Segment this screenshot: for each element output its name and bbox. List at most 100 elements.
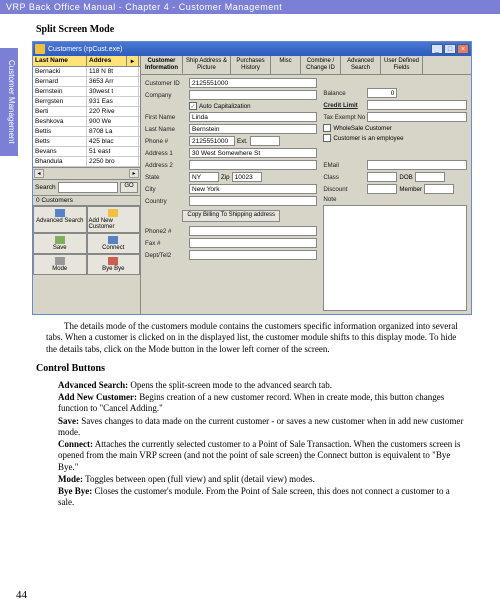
advanced-search-button[interactable]: Advanced Search — [33, 206, 87, 233]
tab-adv-search[interactable]: Advanced Search — [341, 56, 381, 74]
scroll-left-icon[interactable]: ◂ — [34, 169, 44, 178]
window-titlebar: Customers (rpCust.exe) _ □ × — [33, 42, 471, 56]
credit-limit-label: Credit Limit — [323, 102, 365, 109]
list-scrollbar[interactable]: ◂ ▸ — [33, 168, 140, 180]
phone2-field[interactable] — [189, 226, 317, 236]
search-input[interactable] — [58, 182, 118, 193]
discount-label: Discount — [323, 186, 365, 193]
window-title: Customers (rpCust.exe) — [48, 46, 431, 53]
country-label: Country — [145, 198, 187, 205]
exit-icon — [108, 257, 118, 265]
tab-misc[interactable]: Misc — [271, 56, 301, 74]
tax-exempt-label: Tax Exempt No — [323, 114, 365, 121]
employee-label: Customer is an employee — [333, 135, 403, 142]
tab-combine[interactable]: Combine / Change ID — [301, 56, 341, 74]
customer-list-pane: Last Name Addres ▸ Bernacki118 N 8t Bern… — [33, 56, 141, 314]
mode-button[interactable]: Mode — [33, 254, 87, 275]
ext-label: Ext. — [237, 138, 248, 145]
search-label: Search — [35, 184, 56, 191]
side-tab-customer-mgmt: Customer Management — [0, 48, 18, 156]
list-item: Bettis8708 La — [33, 127, 140, 137]
customers-window: Customers (rpCust.exe) _ □ × Last Name A… — [32, 41, 472, 315]
employee-checkbox[interactable] — [323, 134, 331, 142]
connect-button[interactable]: Connect — [87, 233, 141, 254]
address2-field[interactable] — [189, 160, 317, 170]
wholesale-checkbox[interactable] — [323, 124, 331, 132]
save-button[interactable]: Save — [33, 233, 87, 254]
state-label: State — [145, 174, 187, 181]
tab-customer-info[interactable]: Customer Information — [141, 56, 183, 74]
col-address[interactable]: Addres — [87, 56, 127, 66]
zip-field[interactable]: 10023 — [232, 172, 262, 182]
customer-list[interactable]: Bernacki118 N 8t Bernard3653 Arr Bernste… — [33, 67, 140, 168]
balance-field[interactable]: 0 — [367, 88, 397, 98]
lastname-field[interactable]: Bernstein — [189, 124, 317, 134]
zip-label: Zip — [221, 174, 230, 181]
section-split-screen: Split Screen Mode — [36, 24, 476, 35]
copy-billing-button[interactable]: Copy Billing To Shipping address — [182, 210, 280, 222]
tab-user-fields[interactable]: User Defined Fields — [381, 56, 423, 74]
list-header: Last Name Addres ▸ — [33, 56, 140, 67]
balance-label: Balance — [323, 90, 365, 97]
section-control-buttons: Control Buttons — [36, 363, 476, 374]
class-field[interactable] — [367, 172, 397, 182]
dob-label: DOB — [399, 174, 412, 181]
customer-id-field[interactable]: 2125551000 — [189, 78, 317, 88]
col-lastname[interactable]: Last Name — [33, 56, 87, 66]
company-field[interactable] — [189, 90, 317, 100]
customer-id-label: Customer ID — [145, 80, 187, 87]
minimize-button[interactable]: _ — [431, 44, 443, 54]
autocap-checkbox[interactable]: ✓ — [189, 102, 197, 110]
list-item: Bevans51 east — [33, 147, 140, 157]
list-item: Berti220 Rive — [33, 107, 140, 117]
wholesale-label: WholeSale Customer — [333, 125, 391, 132]
firstname-field[interactable]: Linda — [189, 112, 317, 122]
address2-label: Address 2 — [145, 162, 187, 169]
city-label: City — [145, 186, 187, 193]
member-label: Member — [399, 186, 422, 193]
list-item: Bhandula2250 bro — [33, 157, 140, 167]
note-field[interactable] — [323, 205, 467, 311]
state-field[interactable]: NY — [189, 172, 219, 182]
app-icon — [35, 44, 45, 54]
member-field[interactable] — [424, 184, 454, 194]
search-icon — [55, 209, 65, 217]
ext-field[interactable] — [250, 136, 280, 146]
city-field[interactable]: New York — [189, 184, 317, 194]
email-label: EMail — [323, 162, 365, 169]
go-button[interactable]: GO — [120, 182, 138, 193]
phone-field[interactable]: 2125551000 — [189, 136, 235, 146]
scroll-right-icon[interactable]: ▸ — [129, 169, 139, 178]
list-item: Bernacki118 N 8t — [33, 67, 140, 77]
dept-field[interactable] — [189, 250, 317, 260]
para-details-mode: The details mode of the customers module… — [46, 321, 468, 355]
discount-field[interactable] — [367, 184, 397, 194]
note-label: Note — [323, 196, 365, 203]
fax-field[interactable] — [189, 238, 317, 248]
phone2-label: Phone2 # — [145, 228, 187, 235]
phone-label: Phone # — [145, 138, 187, 145]
detail-tabs: Customer Information Ship Address & Pict… — [141, 56, 471, 75]
mode-icon — [55, 257, 65, 265]
address1-label: Address 1 — [145, 150, 187, 157]
maximize-button[interactable]: □ — [444, 44, 456, 54]
email-field[interactable] — [367, 160, 467, 170]
page-number: 44 — [16, 589, 27, 601]
country-field[interactable] — [189, 196, 317, 206]
add-new-customer-button[interactable]: Add New Customer — [87, 206, 141, 233]
tab-purchases[interactable]: Purchases History — [231, 56, 271, 74]
close-button[interactable]: × — [457, 44, 469, 54]
credit-limit-field[interactable] — [367, 100, 467, 110]
add-icon — [108, 209, 118, 217]
tax-exempt-field[interactable] — [367, 112, 467, 122]
control-button-defs: Advanced Search: Opens the split-screen … — [58, 380, 468, 509]
tab-ship-address[interactable]: Ship Address & Picture — [183, 56, 231, 74]
col-arrow[interactable]: ▸ — [127, 56, 139, 66]
dob-field[interactable] — [415, 172, 445, 182]
fax-label: Fax # — [145, 240, 187, 247]
address1-field[interactable]: 30 West Somewhere St — [189, 148, 317, 158]
bye-bye-button[interactable]: Bye Bye — [87, 254, 141, 275]
company-label: Company — [145, 92, 187, 99]
customer-count: 0 Customers — [33, 196, 140, 205]
list-item: Beshkova900 We — [33, 117, 140, 127]
